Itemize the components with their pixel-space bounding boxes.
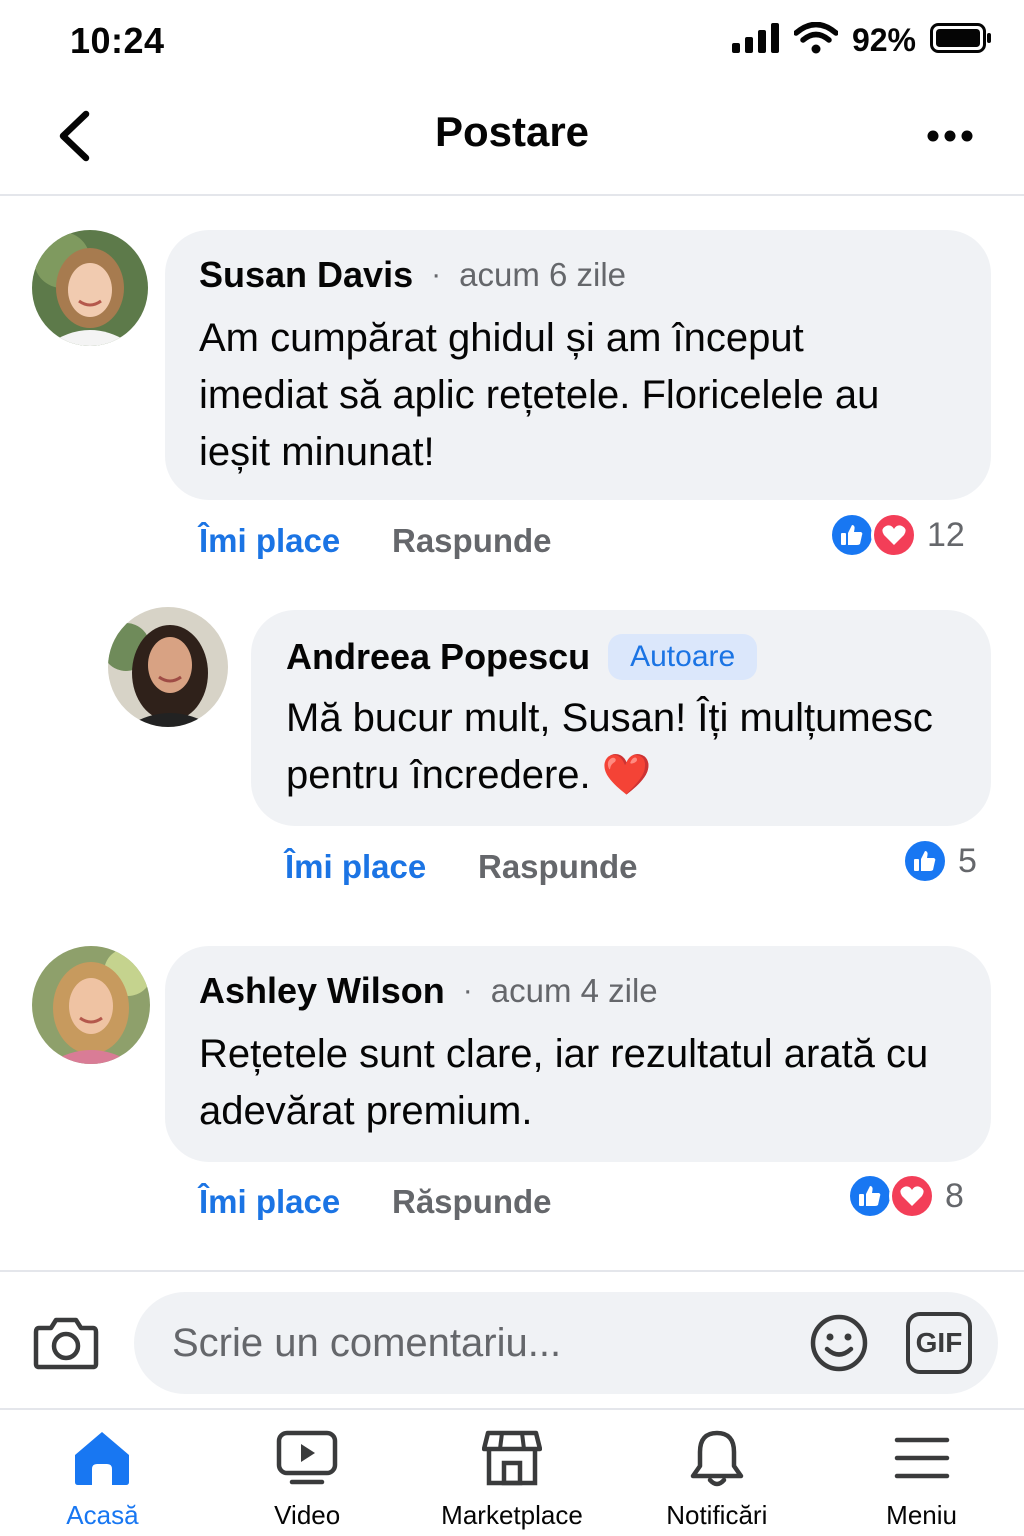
like-button[interactable]: Îmi place: [199, 522, 340, 560]
reaction-summary[interactable]: 8: [847, 1173, 964, 1219]
menu-icon: [894, 1426, 950, 1490]
nav-home[interactable]: Acasă: [0, 1410, 205, 1536]
avatar-andreea-popescu[interactable]: [108, 607, 228, 727]
status-bar: 10:24 92%: [0, 0, 1024, 84]
reply-button[interactable]: Raspunde: [478, 848, 638, 886]
comment-author[interactable]: Ashley Wilson: [199, 970, 445, 1012]
comment-header: Andreea Popescu Autoare: [286, 634, 758, 680]
gif-button[interactable]: GIF: [906, 1312, 972, 1374]
nav-video[interactable]: Video: [205, 1410, 410, 1536]
separator-dot: ·: [462, 974, 473, 1007]
comment-time[interactable]: acum 6 zile: [459, 256, 626, 294]
nav-notifications[interactable]: Notificări: [614, 1410, 819, 1536]
separator-dot: ·: [431, 258, 442, 291]
like-button[interactable]: Îmi place: [285, 848, 426, 886]
status-time: 10:24: [70, 20, 165, 61]
like-reaction-icon: [847, 1173, 893, 1219]
battery-percent: 92%: [851, 22, 916, 58]
author-badge: Autoare: [608, 634, 758, 680]
like-reaction-icon: [902, 838, 948, 884]
emoji-icon: [810, 1314, 868, 1372]
comment-author[interactable]: Susan Davis: [199, 254, 413, 296]
comment-text: Rețetele sunt clare, iar rezultatul arat…: [199, 1032, 929, 1133]
avatar-susan-davis[interactable]: [32, 230, 148, 346]
reaction-count: 8: [945, 1176, 964, 1215]
nav-label: Marketplace: [441, 1500, 583, 1530]
video-icon: [276, 1426, 338, 1490]
like-button[interactable]: Îmi place: [199, 1183, 340, 1221]
love-reaction-icon: [871, 512, 917, 558]
wifi-icon: [793, 21, 839, 59]
reply-button[interactable]: Răspunde: [392, 1183, 552, 1221]
reaction-count: 5: [958, 841, 977, 880]
comment-author[interactable]: Andreea Popescu: [286, 636, 590, 678]
camera-button[interactable]: [30, 1308, 102, 1376]
comment-text: Mă bucur mult, Susan! Îți mulțumesc pent…: [286, 696, 933, 797]
comment-time[interactable]: acum 4 zile: [491, 972, 658, 1010]
nav-label: Acasă: [66, 1500, 139, 1530]
emoji-button[interactable]: [808, 1312, 870, 1374]
nav-marketplace[interactable]: Marketplace: [410, 1410, 615, 1536]
comment-header: Ashley Wilson · acum 4 zile: [199, 970, 658, 1012]
post-header: Postare: [0, 84, 1024, 196]
like-reaction-icon: [829, 512, 875, 558]
nav-label: Video: [274, 1500, 341, 1530]
status-indicators: 92%: [731, 21, 992, 59]
reaction-summary[interactable]: 5: [902, 838, 977, 884]
marketplace-icon: [481, 1426, 542, 1490]
more-options-button[interactable]: [920, 108, 980, 164]
reaction-summary[interactable]: 12: [829, 512, 965, 558]
bell-icon: [688, 1426, 746, 1490]
battery-icon: [930, 23, 992, 58]
nav-menu[interactable]: Meniu: [819, 1410, 1024, 1536]
signal-icon: [731, 23, 780, 58]
more-icon: [927, 130, 973, 142]
love-reaction-icon: [889, 1173, 935, 1219]
reply-button[interactable]: Raspunde: [392, 522, 552, 560]
reaction-count: 12: [927, 515, 965, 554]
nav-label: Notificări: [666, 1500, 768, 1530]
comment-header: Susan Davis · acum 6 zile: [199, 254, 626, 296]
home-icon: [72, 1426, 132, 1490]
comment-text: Am cumpărat ghidul și am început imediat…: [199, 316, 880, 474]
comment-composer: GIF: [0, 1270, 1024, 1410]
bottom-navigation: Acasă Video Marketplace Notificări Meniu: [0, 1410, 1024, 1536]
camera-icon: [33, 1317, 99, 1370]
page-title: Postare: [434, 108, 590, 155]
nav-label: Meniu: [886, 1500, 957, 1530]
avatar-ashley-wilson[interactable]: [32, 946, 150, 1064]
